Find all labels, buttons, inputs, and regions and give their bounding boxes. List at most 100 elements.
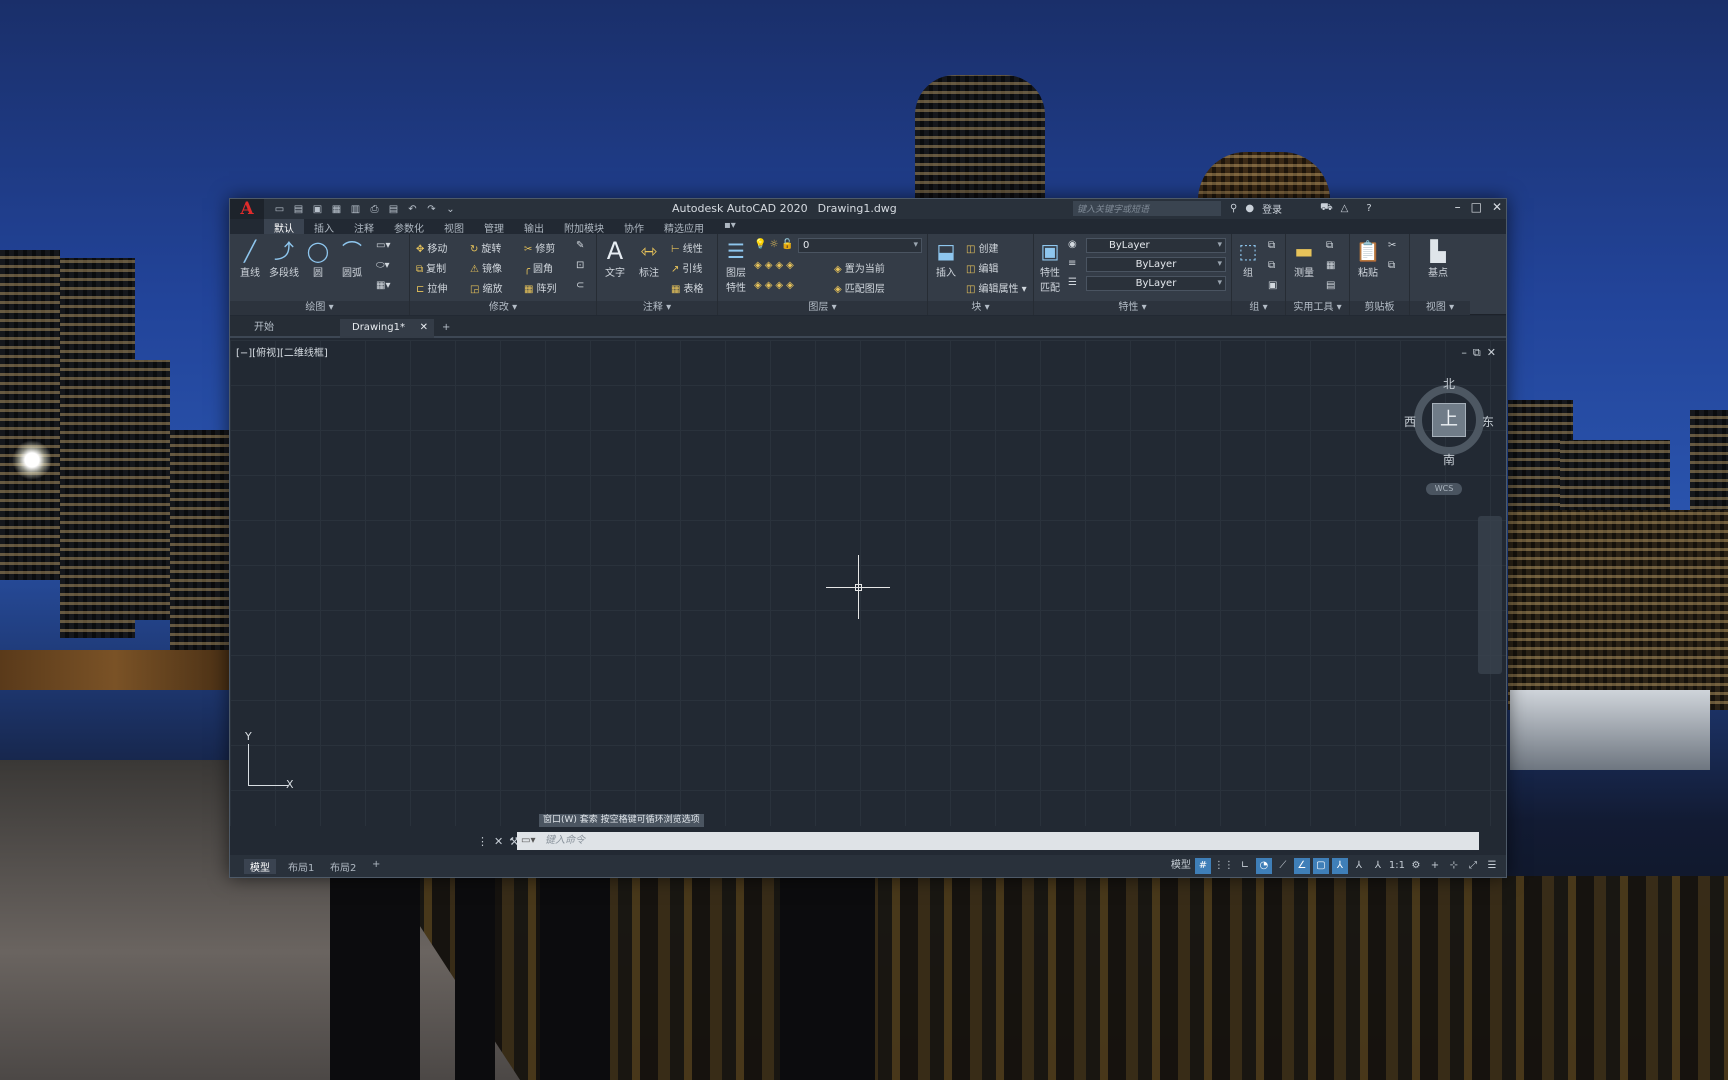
binoculars-icon[interactable]: ⚲	[1230, 203, 1237, 214]
layout-tab-1[interactable]: 布局1	[288, 859, 314, 874]
open-file-icon[interactable]: ▤	[291, 204, 306, 215]
scale-value[interactable]: 1:1	[1389, 858, 1405, 874]
panel-title-properties[interactable]: 特性 ▾	[1034, 301, 1231, 315]
fullscreen-icon[interactable]: ⤢	[1465, 858, 1481, 874]
redo-icon[interactable]: ↷	[424, 204, 439, 215]
plot-icon[interactable]: ⎙	[367, 204, 382, 215]
grid-icon[interactable]: #	[1194, 858, 1211, 874]
web-save-icon[interactable]: ▥	[348, 204, 363, 215]
tab-default[interactable]: 默认	[264, 219, 304, 235]
layer-state-icons[interactable]: 💡 ☼ 🔓	[754, 239, 797, 250]
layout-tab-model[interactable]: 模型	[244, 859, 276, 874]
undo-icon[interactable]: ↶	[405, 204, 420, 215]
close-tab-icon[interactable]: ✕	[420, 319, 428, 336]
leader-button[interactable]: ↗ 引线	[671, 260, 702, 275]
tab-insert[interactable]: 插入	[304, 219, 344, 235]
workspace-gear-icon[interactable]: ⚙	[1408, 858, 1424, 874]
linetype-icon[interactable]: ≡	[1068, 258, 1076, 269]
rectangle-icon[interactable]: ▭▾	[376, 240, 390, 251]
tab-addins[interactable]: 附加模块	[554, 219, 614, 235]
viewport-controls-label[interactable]: [−][俯视][二维线框]	[236, 344, 328, 359]
navigation-bar[interactable]	[1478, 516, 1502, 674]
polyline-button[interactable]: ⤴ 多段线	[268, 238, 300, 279]
dimension-button[interactable]: ⇿ 标注	[633, 238, 665, 279]
panel-title-utilities[interactable]: 实用工具 ▾	[1286, 301, 1349, 315]
isodraft-icon[interactable]: ⟋	[1275, 858, 1291, 874]
mirror-button[interactable]: ⚠ 镜像	[470, 260, 502, 275]
table-button[interactable]: ▦ 表格	[671, 280, 703, 295]
ribbon-toggle-icon[interactable]: ▪▾	[714, 219, 746, 234]
autocad-logo-button[interactable]: A	[230, 199, 264, 219]
new-tab-button[interactable]: +	[438, 319, 450, 338]
edit-button[interactable]: ◫ 编辑	[966, 260, 998, 275]
compass-west[interactable]: 西	[1404, 413, 1416, 430]
text-button[interactable]: A 文字	[599, 238, 631, 279]
layer-properties-button[interactable]: ☰ 图层 特性	[720, 238, 752, 294]
offset-icon[interactable]: ⊂	[576, 280, 584, 291]
ellipse-icon[interactable]: ⬭▾	[376, 260, 390, 271]
base-point-button[interactable]: ▙ 基点	[1422, 238, 1454, 279]
snap-icon[interactable]: ⋮⋮	[1214, 858, 1234, 874]
annotation-monitor-icon[interactable]: +	[1427, 858, 1443, 874]
trim-button[interactable]: ✂ 修剪	[524, 240, 555, 255]
panel-title-modify[interactable]: 修改 ▾	[410, 301, 596, 315]
help-icon[interactable]: ?	[1366, 203, 1371, 214]
viewport-minimize-icon[interactable]: –	[1461, 346, 1467, 360]
user-icon[interactable]: ●	[1245, 203, 1254, 214]
panel-title-block[interactable]: 块 ▾	[928, 301, 1033, 315]
measure-button[interactable]: ▬ 测量	[1288, 238, 1320, 279]
compass-north[interactable]: 北	[1443, 375, 1455, 392]
object-snap-icon[interactable]: ▢	[1312, 858, 1329, 874]
stretch-button[interactable]: ⊏ 拉伸	[416, 280, 447, 295]
linear-button[interactable]: ⊢ 线性	[671, 240, 703, 255]
tab-featured-apps[interactable]: 精选应用	[654, 219, 714, 235]
calculator-icon[interactable]: ▤	[1326, 280, 1335, 291]
save-as-icon[interactable]: ▦	[329, 204, 344, 215]
create-button[interactable]: ◫ 创建	[966, 240, 998, 255]
group-button[interactable]: ⬚ 组	[1232, 238, 1264, 279]
select-all-icon[interactable]: ▦	[1326, 260, 1335, 271]
tab-manage[interactable]: 管理	[474, 219, 514, 235]
layer-dropdown[interactable]: 0	[798, 238, 922, 253]
copy-button[interactable]: ⧉ 复制	[416, 260, 446, 275]
match-properties-button[interactable]: ▣ 特性 匹配	[1034, 238, 1066, 294]
units-icon[interactable]: ⊹	[1446, 858, 1462, 874]
viewport-close-icon[interactable]: ✕	[1487, 346, 1496, 360]
panel-title-clipboard[interactable]: 剪贴板	[1350, 301, 1409, 315]
compass-south[interactable]: 南	[1443, 451, 1455, 468]
insert-button[interactable]: ⬓ 插入	[930, 238, 962, 279]
panel-title-view[interactable]: 视图 ▾	[1410, 301, 1470, 315]
cut-icon[interactable]: ✂	[1388, 240, 1396, 251]
line-button[interactable]: ╱ 直线	[234, 238, 266, 279]
color-dropdown[interactable]: ByLayer	[1086, 238, 1226, 253]
move-button[interactable]: ✥ 移动	[416, 240, 447, 255]
object-snap-tracking-icon[interactable]: ∠	[1293, 858, 1310, 874]
maximize-icon[interactable]: □	[1471, 200, 1482, 214]
command-input[interactable]: 键入命令	[517, 832, 1479, 850]
ortho-icon[interactable]: ∟	[1237, 858, 1253, 874]
pencil-icon[interactable]: ✎	[576, 240, 584, 251]
paste-button[interactable]: 📋 粘贴	[1352, 238, 1384, 279]
compass-east[interactable]: 东	[1482, 413, 1494, 430]
linetype-dropdown[interactable]: ByLayer	[1086, 257, 1226, 272]
close-command-icon[interactable]: ✕	[494, 835, 503, 848]
viewcube-top-face[interactable]: 上	[1432, 403, 1466, 437]
quick-select-icon[interactable]: ⧉	[1326, 240, 1333, 251]
make-current-button[interactable]: ◈ 置为当前	[834, 260, 885, 275]
panel-title-groups[interactable]: 组 ▾	[1232, 301, 1285, 315]
group-select-icon[interactable]: ▣	[1268, 280, 1277, 291]
tab-collaborate[interactable]: 协作	[614, 219, 654, 235]
color-wheel-icon[interactable]: ◉	[1068, 239, 1077, 250]
tab-drawing1[interactable]: Drawing1* ✕	[340, 319, 434, 338]
qat-customize-icon[interactable]: ⌄	[443, 204, 458, 215]
model-space-button[interactable]: 模型	[1170, 858, 1192, 874]
polar-icon[interactable]: ◔	[1255, 858, 1272, 874]
cart-icon[interactable]: ⛟	[1320, 202, 1333, 215]
search-input[interactable]: 键入关键字或短语	[1073, 201, 1221, 216]
annotation-visibility-icon[interactable]: ⅄	[1331, 858, 1348, 874]
print-icon[interactable]: ▤	[386, 204, 401, 215]
viewcube[interactable]: 上 北 南 东 西	[1404, 375, 1494, 468]
circle-button[interactable]: ◯ 圆	[302, 238, 334, 279]
arc-button[interactable]: ⌒ 圆弧	[336, 238, 368, 279]
drawing-canvas[interactable]: [−][俯视][二维线框] – ⧉ ✕ 上 北 南 东 西 WCS Y X	[230, 340, 1506, 826]
